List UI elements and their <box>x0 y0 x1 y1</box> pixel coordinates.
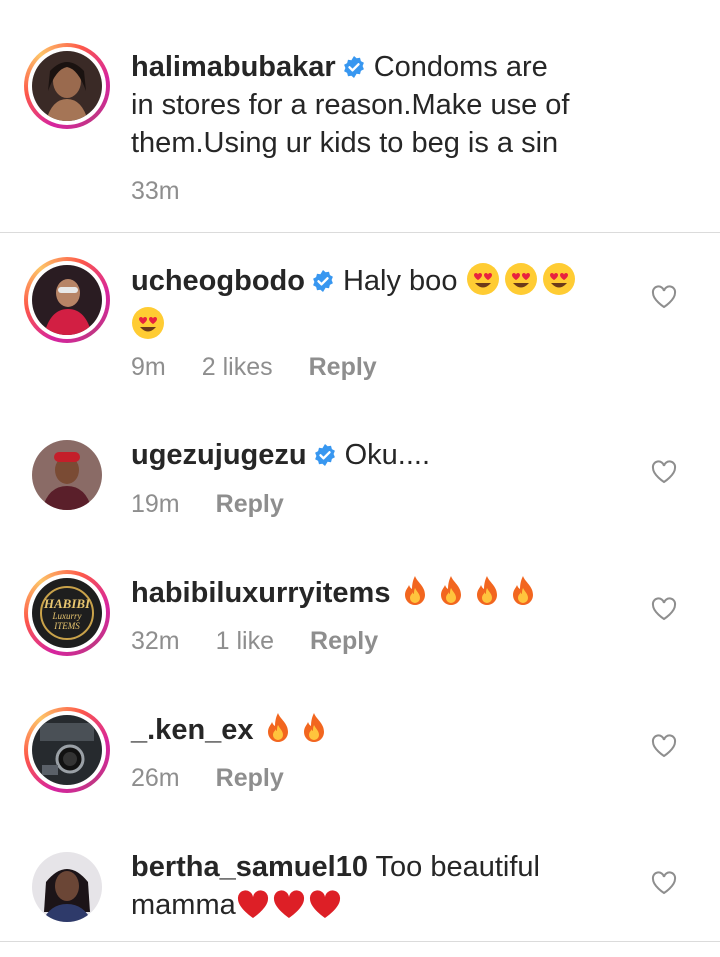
avatar-ucheogbodo[interactable] <box>24 257 110 343</box>
fire-emoji-icon <box>399 574 431 618</box>
bottom-divider <box>0 941 720 942</box>
caption-username[interactable]: halimabubakar <box>131 51 336 83</box>
caption-line-2: in stores for a reason.Make use of <box>131 89 570 121</box>
like-heart-icon[interactable] <box>651 285 677 309</box>
fire-emoji-icon <box>298 711 330 755</box>
comment-body-line-2: mamma <box>131 889 236 921</box>
comment-username[interactable]: bertha_samuel10 <box>131 851 368 883</box>
comment-likes[interactable]: 2 likes <box>202 353 273 381</box>
heart-eyes-emoji-icon <box>466 262 500 306</box>
comment-time: 9m <box>131 353 166 381</box>
heart-eyes-emoji-icon <box>131 306 165 350</box>
reply-button[interactable]: Reply <box>309 353 377 381</box>
fire-emoji-icon <box>507 574 539 618</box>
caption-text: halimabubakar Condoms are in stores for a… <box>131 48 631 162</box>
reply-button[interactable]: Reply <box>310 627 378 655</box>
post-caption: halimabubakar Condoms are in stores for a… <box>0 0 720 232</box>
comment-meta: 9m 2 likes Reply <box>131 352 413 382</box>
comment-username[interactable]: ucheogbodo <box>131 265 305 297</box>
comment-time: 19m <box>131 490 180 518</box>
comment-text: ucheogbodo Haly boo <box>131 262 631 350</box>
svg-text:HABIBI: HABIBI <box>43 596 91 611</box>
comment-time: 26m <box>131 764 180 792</box>
verified-badge-icon <box>311 265 335 292</box>
caption-divider <box>0 232 720 233</box>
verified-badge-icon <box>342 51 366 78</box>
comment-username[interactable]: ugezujugezu <box>131 439 307 471</box>
reply-button[interactable]: Reply <box>216 490 284 518</box>
comment-body-line-1: Too beautiful <box>375 851 540 883</box>
comment-username[interactable]: _.ken_ex <box>131 714 254 746</box>
comment-text: ugezujugezu Oku.... <box>131 436 631 474</box>
habibi-logo: HABIBI Luxurry ITEMS <box>32 578 102 648</box>
heart-eyes-emoji-icon <box>542 262 576 306</box>
avatar-photo <box>32 440 102 510</box>
avatar-photo <box>32 852 102 922</box>
avatar-photo <box>32 51 102 121</box>
like-heart-icon[interactable] <box>651 871 677 895</box>
reply-button[interactable]: Reply <box>216 764 284 792</box>
avatar-habibiluxurryitems[interactable]: HABIBI Luxurry ITEMS <box>24 570 110 656</box>
comment-meta: 26m Reply <box>131 763 320 793</box>
like-heart-icon[interactable] <box>651 460 677 484</box>
svg-text:ITEMS: ITEMS <box>53 621 80 631</box>
comment-meta: 19m Reply <box>131 489 320 519</box>
caption-line-3: them.Using ur kids to beg is a sin <box>131 127 559 159</box>
caption-time: 33m <box>131 177 180 205</box>
fire-emoji-icon <box>262 711 294 755</box>
comment-time: 32m <box>131 627 180 655</box>
fire-emoji-icon <box>435 574 467 618</box>
avatar-ken-ex[interactable] <box>24 707 110 793</box>
red-heart-emoji-icon <box>236 890 270 930</box>
verified-badge-icon <box>313 439 337 466</box>
comment-body: Haly boo <box>342 265 458 297</box>
comment-body: Oku.... <box>344 439 431 471</box>
svg-text:Luxurry: Luxurry <box>52 611 82 621</box>
caption-line-1: Condoms are <box>373 51 548 83</box>
fire-emoji-icon <box>471 574 503 618</box>
like-heart-icon[interactable] <box>651 597 677 621</box>
comment-text: _.ken_ex <box>131 711 631 755</box>
red-heart-emoji-icon <box>308 890 342 930</box>
comment-likes[interactable]: 1 like <box>216 627 274 655</box>
avatar-bertha-samuel10[interactable] <box>24 844 110 930</box>
red-heart-emoji-icon <box>272 890 306 930</box>
caption-meta: 33m <box>131 176 216 206</box>
heart-eyes-emoji-icon <box>504 262 538 306</box>
avatar-ugezujugezu[interactable] <box>24 432 110 518</box>
comment-meta: 32m 1 like Reply <box>131 626 414 656</box>
comment-username[interactable]: habibiluxurryitems <box>131 577 390 609</box>
avatar-halimabubakar[interactable] <box>24 43 110 129</box>
comment-text: habibiluxurryitems <box>131 574 631 618</box>
like-heart-icon[interactable] <box>651 734 677 758</box>
avatar-photo <box>32 265 102 335</box>
comment-text: bertha_samuel10 Too beautiful mamma <box>131 848 631 930</box>
avatar-photo <box>32 715 102 785</box>
